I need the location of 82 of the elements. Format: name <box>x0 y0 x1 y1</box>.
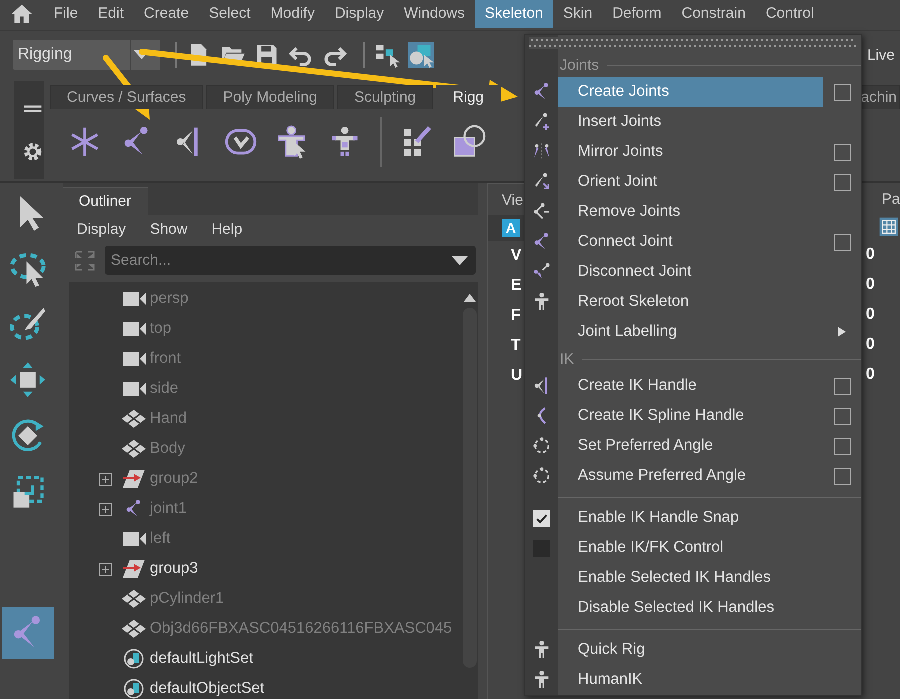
row-label: V <box>511 246 522 266</box>
section-header: Joints <box>559 56 600 76</box>
grid-icon[interactable] <box>878 216 900 238</box>
menu-item[interactable]: Orient Joint <box>558 167 823 197</box>
shelf-tab[interactable]: Curves / Surfaces <box>50 85 204 109</box>
menu-item[interactable]: Assume Preferred Angle <box>558 461 823 491</box>
dropdown-arrow-icon <box>452 256 468 266</box>
scroll-up-icon[interactable] <box>464 294 476 302</box>
option-box[interactable] <box>834 438 850 454</box>
value-text: 0 <box>865 245 876 265</box>
menu-item[interactable]: Disconnect Joint <box>558 257 823 287</box>
app-badge: A <box>502 219 520 237</box>
expand-icon[interactable] <box>99 502 112 516</box>
menu-item[interactable]: Reroot Skeleton <box>558 287 823 317</box>
live-label[interactable]: Live <box>867 46 900 64</box>
row-label: U <box>511 366 523 386</box>
value-text: 0 <box>865 275 876 295</box>
menu-item[interactable]: Quick Rig <box>558 635 823 665</box>
expand-icon[interactable] <box>99 562 112 576</box>
menu-item[interactable]: HumanIK <box>558 665 823 695</box>
menu-item[interactable]: Control <box>756 0 824 28</box>
menu-item[interactable]: Modify <box>260 0 325 28</box>
move-icon <box>8 361 46 399</box>
menu-item[interactable]: Create Joints <box>558 77 823 107</box>
option-box[interactable] <box>834 174 850 190</box>
menu-item[interactable]: Select <box>199 0 261 28</box>
option-box[interactable] <box>834 234 850 250</box>
option-box[interactable] <box>834 378 850 394</box>
menu-item[interactable]: Joint Labelling <box>558 317 823 347</box>
search-field[interactable]: Search... <box>105 246 476 275</box>
menu-item[interactable]: Display <box>77 221 126 238</box>
panel-tab[interactable]: Outliner <box>63 187 148 215</box>
menu-item[interactable]: Edit <box>88 0 134 28</box>
menu-item[interactable]: Windows <box>394 0 475 28</box>
menu-item[interactable]: Help <box>212 221 243 238</box>
shelf-tab[interactable]: achin <box>859 85 900 109</box>
option-box[interactable] <box>834 84 850 100</box>
outliner-item[interactable]: defaultLightSet <box>150 650 254 668</box>
row-label: T <box>511 336 521 356</box>
menu-item[interactable]: Show <box>150 221 188 238</box>
menu-item[interactable]: Connect Joint <box>558 227 823 257</box>
value-text: 0 <box>865 335 876 355</box>
expand-icon[interactable] <box>99 472 112 486</box>
menu-item[interactable]: Remove Joints <box>558 197 823 227</box>
menu-item[interactable]: Skin <box>553 0 603 28</box>
option-box[interactable] <box>834 144 850 160</box>
toolbar-handle-icon[interactable] <box>362 42 366 68</box>
row-label: E <box>511 276 522 296</box>
outliner-item[interactable]: defaultObjectSet <box>150 680 265 698</box>
menu-item[interactable]: Mirror Joints <box>558 137 823 167</box>
menu-item[interactable]: Create IK Spline Handle <box>558 401 823 431</box>
menu-item[interactable]: Display <box>324 0 394 28</box>
menu-item[interactable]: Enable Selected IK Handles <box>558 563 823 593</box>
checkbox[interactable] <box>533 510 550 526</box>
menu-item[interactable]: Disable Selected IK Handles <box>558 593 823 623</box>
row-label: F <box>511 306 521 326</box>
menu-item[interactable]: Enable IK Handle Snap <box>558 503 823 533</box>
menu-item[interactable]: Deform <box>602 0 672 28</box>
home-icon <box>10 3 34 25</box>
menu-item[interactable]: Set Preferred Angle <box>558 431 823 461</box>
value-text: 0 <box>865 365 876 385</box>
value-text: 0 <box>865 305 876 325</box>
shelf-tab[interactable]: Sculpting <box>337 85 434 109</box>
dashed-circle-icon <box>532 466 552 486</box>
menu-item[interactable]: Create IK Handle <box>558 371 823 401</box>
shelf-tab[interactable]: Poly Modeling <box>206 85 334 109</box>
menu-item[interactable]: Skeleton <box>475 0 554 28</box>
toolbar-handle-icon[interactable] <box>174 42 178 68</box>
menu-item[interactable]: Constrain <box>672 0 756 28</box>
option-box[interactable] <box>834 468 850 484</box>
menu-item[interactable]: File <box>44 0 88 28</box>
section-header: IK <box>559 350 574 370</box>
menu-item[interactable]: Insert Joints <box>558 107 823 137</box>
dashed-circle-icon <box>532 436 552 456</box>
option-box[interactable] <box>834 408 850 424</box>
outliner-item[interactable]: group3 <box>150 560 198 578</box>
menu-item[interactable]: Enable IK/FK Control <box>558 533 823 563</box>
shelf-tab[interactable]: Rigg <box>436 85 502 109</box>
menu-item[interactable]: Create <box>134 0 200 28</box>
panel-tab[interactable]: Vie <box>502 192 524 209</box>
panel-tab[interactable]: Pa <box>860 183 900 208</box>
joint-minus-icon <box>532 202 552 222</box>
